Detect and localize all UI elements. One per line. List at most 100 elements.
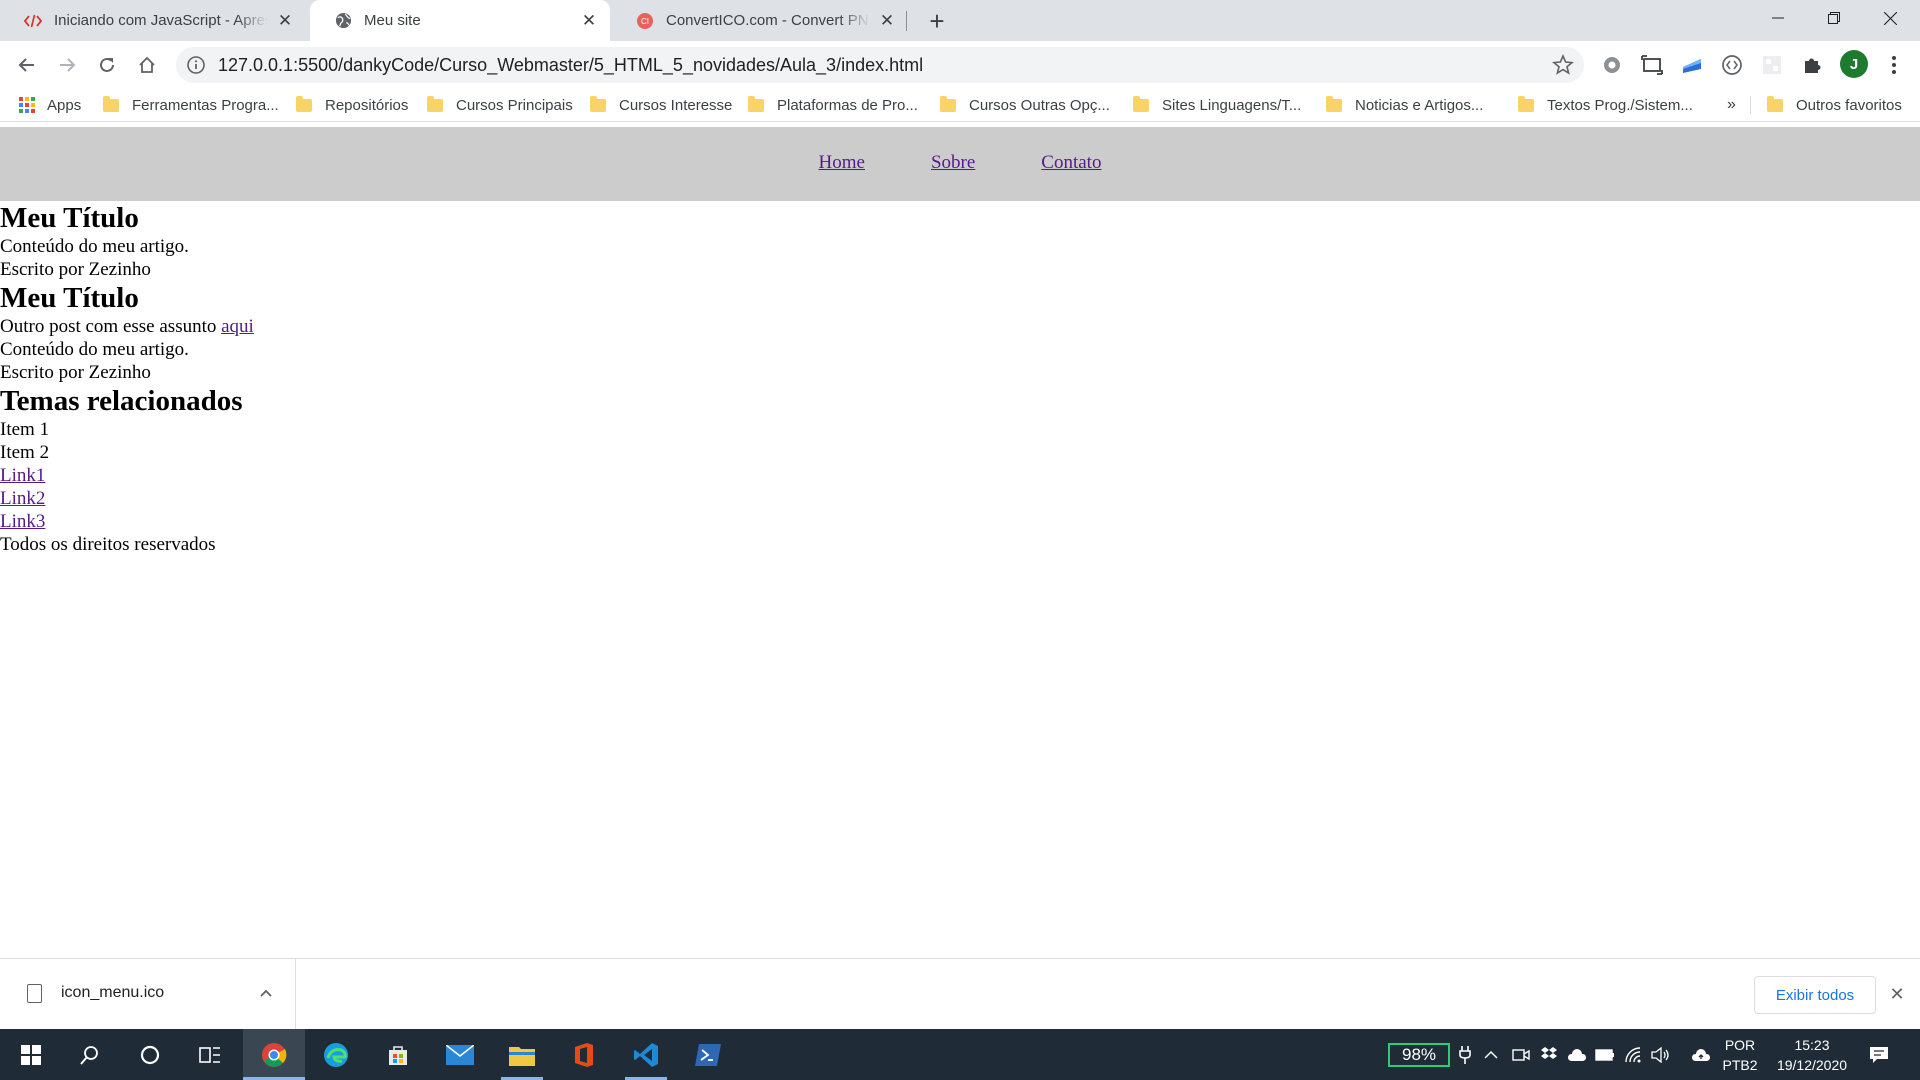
code-extension-icon[interactable] [1720, 53, 1744, 77]
power-plug-icon[interactable] [1454, 1044, 1476, 1066]
bookmark-folder[interactable]: Sites Linguagens/T... [1133, 92, 1301, 118]
tab-iniciando-javascript[interactable]: Iniciando com JavaScript - Apres ✕ [0, 0, 306, 41]
volume-icon[interactable] [1650, 1044, 1672, 1066]
bookmark-folder[interactable]: Ferramentas Progra... [103, 92, 279, 118]
nav-link-contato[interactable]: Contato [1041, 152, 1101, 174]
tab-converticon[interactable]: CI ConvertICO.com - Convert PNG t ✕ [612, 0, 908, 41]
folder-icon [590, 95, 606, 112]
related-link-1[interactable]: Link1 [0, 465, 45, 486]
bookmark-folder[interactable]: Noticias e Artigos... [1326, 92, 1483, 118]
minimize-button[interactable] [1750, 0, 1806, 36]
edge-icon [324, 1042, 348, 1067]
taskbar-vscode[interactable] [615, 1029, 677, 1080]
address-bar[interactable]: 127.0.0.1:5500/dankyCode/Curso_Webmaster… [176, 47, 1584, 83]
bookmarks-overflow-button[interactable]: » [1727, 92, 1736, 118]
forward-button[interactable] [51, 49, 83, 81]
folder-icon [940, 95, 956, 112]
bookmark-label: Cursos Principais [456, 96, 573, 114]
battery-icon[interactable] [1594, 1044, 1616, 1066]
folder-icon [427, 95, 443, 112]
taskbar-office[interactable] [553, 1029, 615, 1080]
search-button[interactable] [59, 1029, 121, 1080]
tab-meu-site[interactable]: Meu site ✕ [310, 0, 610, 41]
task-view-icon [199, 1046, 220, 1063]
bookmark-star-icon[interactable] [1552, 54, 1574, 76]
battery-percentage[interactable]: 98% [1388, 1043, 1450, 1067]
translate-extension-icon[interactable] [1680, 53, 1704, 77]
close-tab-icon[interactable]: ✕ [578, 10, 600, 32]
bookmark-divider [1750, 96, 1751, 114]
taskbar-edge[interactable] [305, 1029, 367, 1080]
home-icon [139, 56, 155, 73]
wifi-icon[interactable] [1622, 1044, 1644, 1066]
converticon-icon: CI [636, 12, 654, 30]
bookmark-folder[interactable]: Repositórios [296, 92, 408, 118]
url-text[interactable]: 127.0.0.1:5500/dankyCode/Curso_Webmaster… [218, 55, 923, 76]
cortana-circle-icon [140, 1045, 160, 1064]
taskbar-store[interactable] [367, 1029, 429, 1080]
menu-kebab-icon[interactable] [1882, 53, 1906, 77]
apps-grid-icon [19, 97, 35, 113]
bookmark-label: Repositórios [325, 96, 409, 114]
tab-title: Meu site [364, 12, 421, 29]
blank-extension-icon[interactable] [1760, 53, 1784, 77]
task-view-button[interactable] [179, 1029, 241, 1080]
bookmark-folder[interactable]: Textos Prog./Sistem... [1518, 92, 1693, 118]
browser-toolbar: 127.0.0.1:5500/dankyCode/Curso_Webmaster… [0, 41, 1920, 88]
keyboard-layout: PTB2 [1722, 1057, 1758, 1073]
onedrive-sync-icon[interactable] [1566, 1044, 1588, 1066]
bookmark-folder[interactable]: Plataformas de Pro... [748, 92, 918, 118]
action-center-button[interactable] [1862, 1042, 1896, 1068]
tab-title: ConvertICO.com - Convert PNG t [666, 12, 870, 29]
bookmark-folder[interactable]: Cursos Outras Opç... [940, 92, 1110, 118]
close-window-button[interactable] [1862, 0, 1918, 36]
input-language[interactable]: POR PTB2 [1718, 1035, 1762, 1075]
windows-start-button[interactable] [0, 1029, 62, 1080]
taskbar-chrome[interactable] [243, 1029, 305, 1080]
info-icon[interactable] [186, 55, 206, 75]
nav-link-sobre[interactable]: Sobre [931, 152, 975, 174]
extensions-puzzle-icon[interactable] [1800, 53, 1824, 77]
cloud-upload-icon[interactable] [1690, 1044, 1712, 1066]
main-content: Meu Título Conteúdo do meu artigo. Escri… [0, 201, 1920, 556]
nav-link-home[interactable]: Home [819, 152, 865, 174]
globe-icon [334, 12, 352, 30]
bookmark-folder[interactable]: Cursos Interesse [590, 92, 732, 118]
cortana-button[interactable] [119, 1029, 181, 1080]
bookmark-other-favorites[interactable]: Outros favoritos [1767, 92, 1902, 118]
related-item: Item 2 [0, 442, 50, 463]
related-link-2[interactable]: Link2 [0, 488, 45, 509]
back-button[interactable] [11, 49, 43, 81]
bookmark-label: Cursos Outras Opç... [969, 96, 1110, 114]
close-tab-icon[interactable]: ✕ [274, 10, 296, 32]
taskbar-mail[interactable] [429, 1029, 491, 1080]
bookmark-folder[interactable]: Cursos Principais [427, 92, 573, 118]
download-item[interactable]: icon_menu.ico [0, 959, 296, 1029]
bookmark-apps[interactable]: Apps [19, 92, 81, 118]
close-icon[interactable]: ✕ [1886, 983, 1908, 1005]
screenshot-extension-icon[interactable] [1640, 53, 1664, 77]
site-nav: Home Sobre Contato [0, 127, 1920, 201]
profile-avatar[interactable]: J [1840, 50, 1868, 78]
chevron-up-icon[interactable] [1480, 1044, 1502, 1066]
reload-button[interactable] [91, 49, 123, 81]
close-tab-icon[interactable]: ✕ [876, 10, 898, 32]
related-link-3[interactable]: Link3 [0, 511, 45, 532]
vscode-icon [634, 1042, 658, 1067]
taskbar-powershell[interactable] [677, 1029, 739, 1080]
clock[interactable]: 15:23 19/12/2020 [1766, 1035, 1858, 1075]
restore-button[interactable] [1806, 0, 1862, 36]
chevron-up-icon[interactable] [256, 983, 276, 1003]
new-tab-button[interactable]: + [922, 6, 952, 36]
code-icon [24, 12, 42, 30]
show-all-downloads-button[interactable]: Exibir todos [1754, 976, 1876, 1014]
article-1: Meu Título Conteúdo do meu artigo. Escri… [0, 201, 1920, 281]
folder-icon [1518, 95, 1534, 112]
bookmark-label: Textos Prog./Sistem... [1547, 96, 1693, 114]
related-link[interactable]: aqui [221, 316, 254, 337]
meet-now-icon[interactable] [1510, 1044, 1532, 1066]
taskbar-file-explorer[interactable] [491, 1029, 553, 1080]
home-button[interactable] [131, 49, 163, 81]
dropbox-icon[interactable] [1538, 1044, 1560, 1066]
extension-gear-icon[interactable] [1600, 53, 1624, 77]
